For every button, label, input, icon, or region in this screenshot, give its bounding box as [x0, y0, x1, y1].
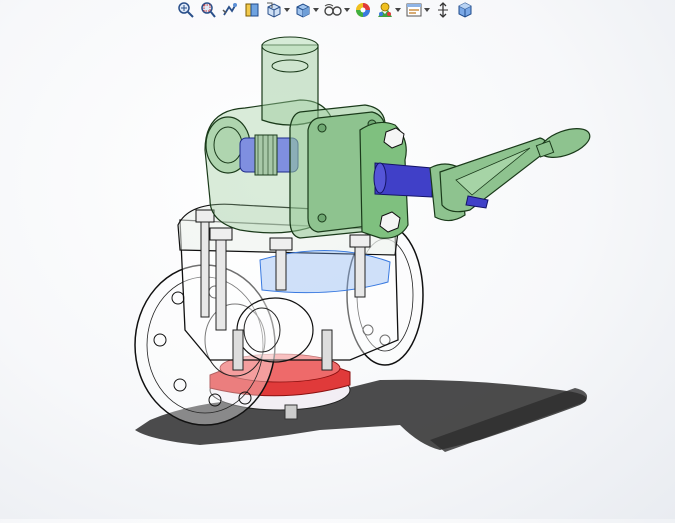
zoom-to-area-icon: [201, 2, 216, 18]
3d-view-cube-icon: [458, 2, 472, 18]
apply-scene-dropdown-icon[interactable]: [395, 8, 401, 12]
zoom-to-area-button[interactable]: [198, 1, 218, 19]
cover-screw: [317, 213, 327, 223]
previous-view-icon: [222, 3, 237, 16]
drain-plug: [284, 404, 298, 420]
stem-post: [232, 329, 244, 371]
apply-scene-button[interactable]: [375, 1, 402, 19]
view-orientation-button[interactable]: [264, 1, 291, 19]
previous-view-button[interactable]: [220, 1, 240, 19]
zoom-to-fit-button[interactable]: [176, 1, 196, 19]
edit-appearance-button[interactable]: [353, 1, 373, 19]
hide-show-items-button[interactable]: [322, 1, 351, 19]
drive-shaft-end: [373, 162, 387, 194]
edit-appearance-icon: [356, 3, 370, 17]
display-style-icon: [296, 3, 310, 18]
view-settings-dropdown-icon[interactable]: [424, 8, 430, 12]
rotate-view-icon: [438, 2, 448, 18]
display-style-button[interactable]: [293, 1, 320, 19]
zoom-to-fit-icon: [178, 2, 194, 18]
graphics-viewport[interactable]: [0, 20, 675, 519]
valve-assembly-model[interactable]: [0, 20, 675, 519]
heads-up-view-toolbar: [176, 0, 475, 20]
vertical-tube-top: [261, 36, 319, 56]
view-settings-button[interactable]: [404, 1, 431, 19]
view-orientation-icon: [267, 2, 281, 18]
apply-scene-icon: [378, 2, 392, 17]
hide-show-items-icon: [324, 4, 342, 16]
section-view-icon: [245, 3, 259, 17]
rotate-view-button[interactable]: [433, 1, 453, 19]
stem-post: [321, 329, 333, 371]
ball: [236, 297, 314, 363]
hide-show-items-dropdown-icon[interactable]: [344, 8, 350, 12]
cover-screw: [317, 123, 327, 133]
view-settings-icon: [406, 3, 422, 17]
3d-view-button[interactable]: [455, 1, 475, 19]
display-style-dropdown-icon[interactable]: [313, 8, 319, 12]
view-orientation-dropdown-icon[interactable]: [284, 8, 290, 12]
section-view-button[interactable]: [242, 1, 262, 19]
